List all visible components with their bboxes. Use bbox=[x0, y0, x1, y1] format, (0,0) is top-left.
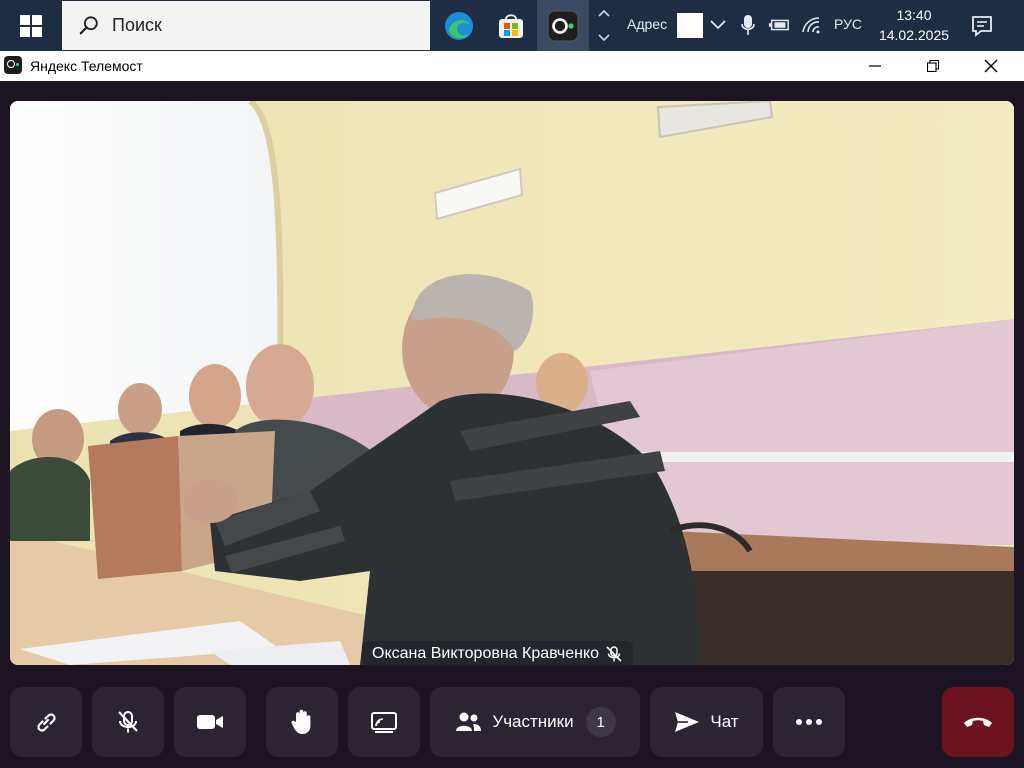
tray-wifi[interactable] bbox=[800, 13, 822, 37]
taskbar-app-edge[interactable] bbox=[433, 0, 485, 51]
raise-hand-button[interactable] bbox=[266, 687, 338, 757]
restore-button[interactable] bbox=[904, 51, 962, 81]
window-title: Яндекс Телемост bbox=[30, 58, 143, 74]
taskbar-app-store[interactable] bbox=[485, 0, 537, 51]
more-options-button[interactable] bbox=[773, 687, 845, 757]
taskbar-app-telemost[interactable] bbox=[537, 0, 589, 51]
search-icon bbox=[79, 15, 98, 34]
participant-name: Оксана Викторовна Кравченко bbox=[372, 645, 600, 662]
participants-button[interactable]: Участники 1 bbox=[430, 687, 640, 757]
screen-share-icon bbox=[371, 712, 397, 733]
windows-start-icon bbox=[20, 14, 42, 37]
notification-icon bbox=[972, 16, 992, 37]
camera-toggle-button[interactable] bbox=[174, 687, 246, 757]
clock-time: 13:40 bbox=[896, 7, 932, 23]
store-icon bbox=[499, 13, 523, 38]
notification-center-button[interactable] bbox=[968, 12, 996, 40]
telemost-icon bbox=[547, 10, 579, 41]
participant-video[interactable] bbox=[10, 101, 1014, 665]
battery-icon bbox=[768, 19, 789, 31]
tray-microphone[interactable] bbox=[737, 13, 759, 37]
chat-label: Чат bbox=[710, 712, 739, 731]
mic-off-icon bbox=[606, 646, 622, 662]
telemost-icon bbox=[4, 56, 22, 74]
tray-battery[interactable] bbox=[768, 13, 790, 37]
hangup-icon bbox=[964, 717, 992, 727]
taskbar-clock[interactable]: 13:40 14.02.2025 bbox=[870, 5, 958, 45]
participant-name-tag: Оксана Викторовна Кравченко bbox=[362, 641, 634, 667]
start-button[interactable] bbox=[0, 0, 62, 51]
taskbar-scroll[interactable] bbox=[594, 0, 614, 51]
participants-icon bbox=[456, 712, 482, 731]
copy-link-button[interactable] bbox=[10, 687, 82, 757]
edge-icon bbox=[445, 11, 473, 40]
participants-count-badge: 1 bbox=[585, 707, 616, 737]
address-input[interactable] bbox=[677, 13, 703, 38]
clock-date: 14.02.2025 bbox=[878, 27, 950, 43]
wifi-icon bbox=[802, 17, 820, 34]
search-placeholder: Поиск bbox=[112, 15, 162, 35]
minimize-button[interactable] bbox=[846, 51, 904, 81]
restore-icon bbox=[927, 60, 939, 72]
hand-icon bbox=[291, 709, 311, 734]
microphone-toggle-button[interactable] bbox=[92, 687, 164, 757]
taskbar-search[interactable]: Поиск bbox=[62, 1, 430, 50]
microphone-icon bbox=[741, 15, 755, 35]
participants-label: Участники bbox=[492, 712, 574, 731]
camera-icon bbox=[197, 715, 223, 729]
address-toolbar-label: Адрес bbox=[627, 16, 668, 32]
address-dropdown[interactable] bbox=[707, 13, 729, 37]
meeting-stage: Оксана Викторовна Кравченко bbox=[0, 81, 1024, 768]
end-call-button[interactable] bbox=[942, 687, 1014, 757]
chevron-up-icon[interactable] bbox=[598, 9, 610, 17]
send-icon bbox=[675, 712, 700, 732]
more-icon bbox=[796, 719, 822, 725]
windows-taskbar: Поиск Адрес РУС 13:40 14.02.2025 bbox=[0, 0, 1024, 51]
chevron-down-icon[interactable] bbox=[598, 34, 610, 42]
mic-off-icon bbox=[118, 711, 138, 733]
language-indicator[interactable]: РУС bbox=[834, 16, 862, 32]
minimize-icon bbox=[869, 65, 881, 67]
window-titlebar[interactable]: Яндекс Телемост bbox=[0, 51, 1024, 81]
close-button[interactable] bbox=[962, 51, 1020, 81]
chevron-down-icon bbox=[710, 20, 726, 30]
link-icon bbox=[37, 713, 56, 732]
video-frame bbox=[10, 101, 1014, 665]
close-icon bbox=[984, 59, 998, 73]
chat-button[interactable]: Чат bbox=[650, 687, 763, 757]
screen-share-button[interactable] bbox=[348, 687, 420, 757]
